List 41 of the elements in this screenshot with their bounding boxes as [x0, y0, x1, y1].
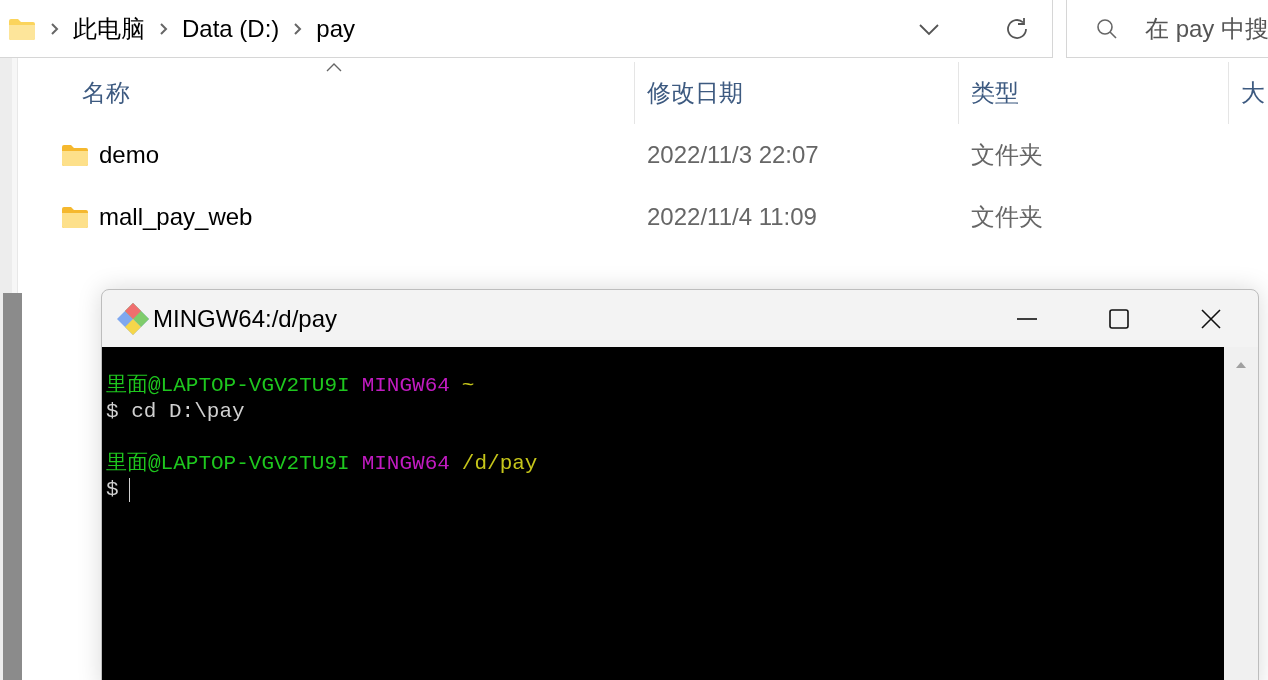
dropdown-icon[interactable] — [918, 21, 940, 36]
breadcrumb[interactable]: 此电脑 — [73, 10, 145, 47]
maximize-icon[interactable] — [1108, 307, 1130, 330]
folder-icon — [61, 144, 89, 166]
modified-date: 2022/11/3 22:07 — [647, 141, 819, 168]
breadcrumb[interactable]: pay — [316, 10, 356, 47]
text-cursor — [128, 478, 130, 502]
window-title: MINGW64:/d/pay — [153, 303, 338, 334]
column-header[interactable]: 名称 — [18, 62, 634, 124]
prompt-path: /d/pay — [461, 451, 538, 477]
file-name[interactable]: mall_pay_web — [99, 199, 253, 235]
folder-icon — [61, 206, 89, 228]
search-field[interactable]: 在 pay 中搜 — [1066, 0, 1268, 58]
file-name[interactable]: demo — [99, 137, 160, 173]
address-bar[interactable]: 此电脑 Data (D:) pay — [0, 0, 1053, 58]
column-header[interactable]: 修改日期 — [634, 62, 958, 124]
file-type: 文件夹 — [971, 203, 1043, 230]
column-header[interactable]: 类型 — [958, 62, 1228, 124]
prompt-user: 里面@LAPTOP-VGV2TU9I — [106, 373, 350, 399]
prompt-system: MINGW64 — [361, 373, 450, 399]
command-text: $ cd D:\pay — [106, 399, 245, 425]
search-icon — [1095, 16, 1119, 41]
modified-date: 2022/11/4 11:09 — [647, 203, 817, 230]
chevron-icon[interactable] — [293, 21, 303, 36]
breadcrumb[interactable]: Data (D:) — [182, 10, 280, 47]
chevron-icon[interactable] — [50, 21, 59, 36]
close-icon[interactable] — [1200, 307, 1222, 330]
terminal-screen[interactable]: 里面@LAPTOP-VGV2TU9I MINGW64 ~ $ cd D:\pay 里面@LAPTOP-VGV2TU9I MINGW64 /d/pay $ — [102, 347, 1224, 680]
scrollbar-thumb[interactable] — [3, 293, 22, 680]
file-type: 文件夹 — [971, 141, 1043, 168]
diamond-logo-icon — [116, 301, 150, 336]
prompt-user: 里面@LAPTOP-VGV2TU9I — [106, 451, 350, 477]
folder-icon — [8, 17, 36, 40]
prompt-system: MINGW64 — [361, 451, 450, 477]
refresh-icon[interactable] — [1004, 15, 1030, 42]
search-input[interactable]: 在 pay 中搜 — [1145, 10, 1268, 47]
prompt-path: ~ — [461, 373, 475, 399]
chevron-icon[interactable] — [159, 21, 168, 36]
command-text: $ — [106, 477, 119, 503]
column-header[interactable]: 大 — [1228, 62, 1268, 124]
sort-up-icon — [326, 62, 342, 72]
